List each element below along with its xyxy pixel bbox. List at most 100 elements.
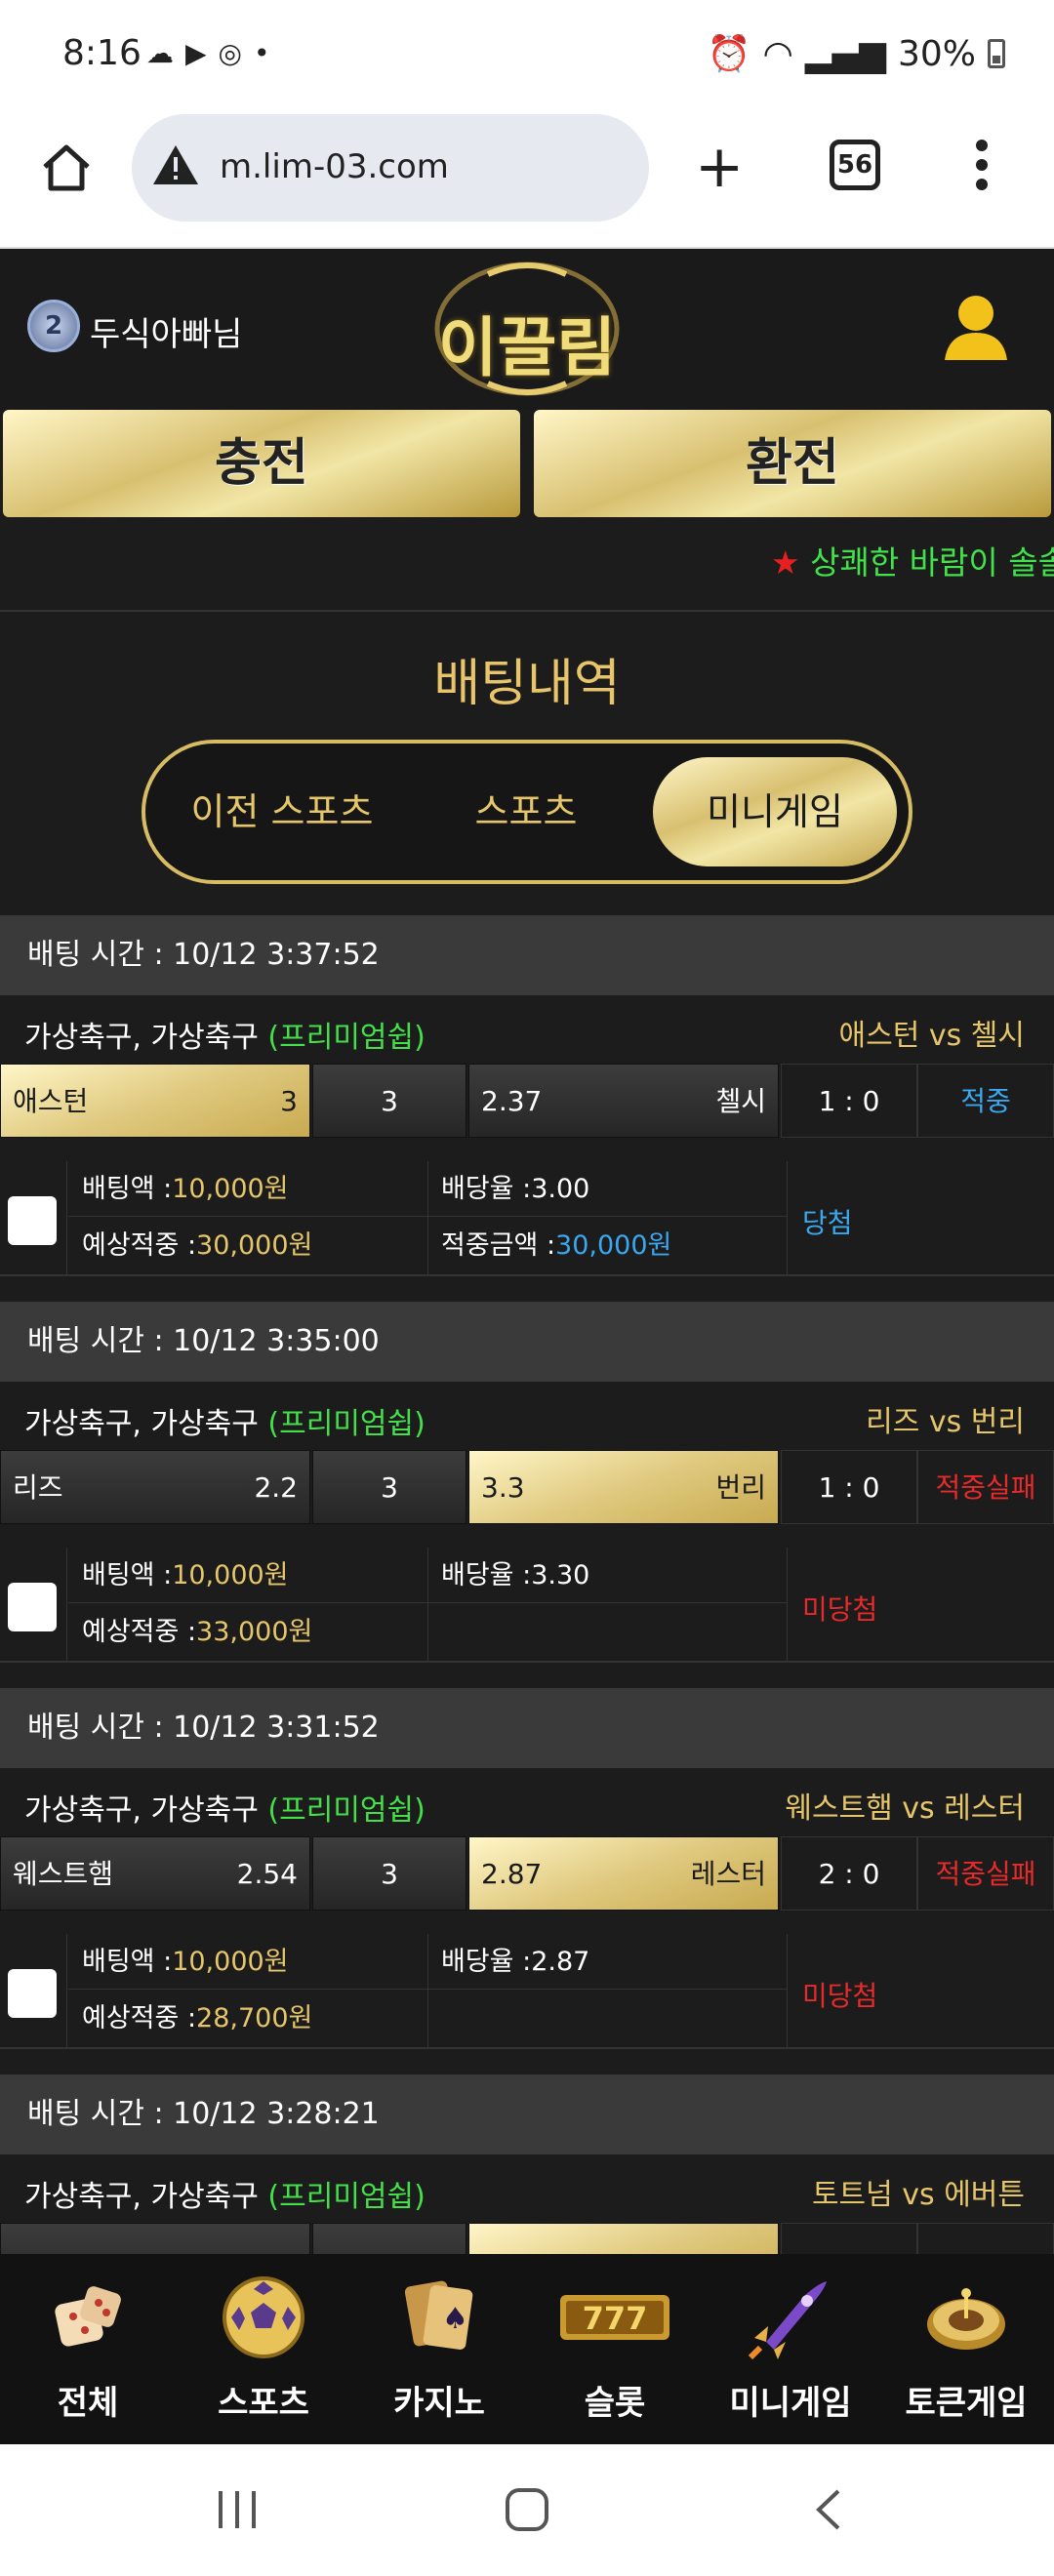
warning-icon[interactable] — [151, 143, 200, 186]
nav-token-game[interactable]: 토큰게임 — [878, 2254, 1054, 2444]
address-bar[interactable]: m.lim-03.com — [132, 114, 649, 221]
bet-rate: 배당율 :2.87 — [427, 1934, 787, 1990]
tab-minigame[interactable]: 미니게임 — [653, 757, 897, 866]
home-team: 리즈 — [13, 1471, 63, 1504]
status-badge — [917, 2223, 1054, 2254]
premium-tag: (프리미엄쉽) — [267, 1793, 426, 1828]
new-tab-icon[interactable]: + — [695, 138, 744, 196]
back-icon[interactable] — [805, 2485, 854, 2534]
select-checkbox[interactable] — [8, 1969, 57, 2018]
score: 2 : 0 — [781, 1836, 917, 1911]
win-amount: 적중금액 :30,000원 — [441, 1230, 672, 1261]
home-odds: 3 — [280, 1085, 298, 1117]
svg-text:777: 777 — [583, 2300, 648, 2337]
signal-icon: ▂▄▆ — [804, 33, 886, 74]
divider — [0, 610, 1054, 612]
score: 1 : 0 — [781, 1064, 917, 1138]
draw-odds: 3 — [381, 1085, 398, 1117]
premium-tag: (프리미엄쉽) — [267, 2180, 426, 2214]
svg-text:♠: ♠ — [442, 2302, 468, 2336]
battery-icon — [988, 39, 1005, 68]
bet-rate: 배당율 :3.00 — [427, 1161, 787, 1217]
bet-details: 배팅액 :10,000원 배당율 :3.30 예상적중 :33,000원 미당첨 — [0, 1548, 1054, 1663]
league-row: 가상축구, 가상축구 (프리미엄쉽) 애스턴 vs 첼시 — [0, 995, 1054, 1064]
browser-toolbar: m.lim-03.com + 56 — [0, 112, 1054, 249]
tab-previous-sports[interactable]: 이전 스포츠 — [165, 757, 399, 866]
username[interactable]: 두식아빠님 — [90, 307, 242, 355]
home-odds-cell[interactable]: 웨스트햄 2.54 — [0, 1836, 310, 1911]
league-row: 가상축구, 가상축구 (프리미엄쉽) 리즈 vs 번리 — [0, 1382, 1054, 1450]
nav-label: 카지노 — [393, 2384, 485, 2423]
home-odds: 2.2 — [254, 1471, 298, 1504]
draw-odds-cell[interactable]: 3 — [312, 1836, 466, 1911]
nav-label: 슬롯 — [584, 2384, 646, 2423]
home-odds-cell[interactable] — [0, 2223, 310, 2254]
home-odds-cell[interactable]: 리즈 2.2 — [0, 1450, 310, 1524]
draw-odds-cell[interactable]: 3 — [312, 1450, 466, 1524]
expected-win: 예상적중 :30,000원 — [82, 1230, 313, 1261]
nav-slot[interactable]: 777 슬롯 — [527, 2254, 703, 2444]
draw-odds-cell[interactable] — [312, 2223, 466, 2254]
away-odds-cell[interactable] — [468, 2223, 779, 2254]
home-odds-cell[interactable]: 애스턴 3 — [0, 1064, 310, 1138]
select-checkbox[interactable] — [8, 1196, 57, 1245]
system-nav-bar — [0, 2444, 1054, 2576]
nav-sports[interactable]: 스포츠 — [176, 2254, 351, 2444]
level-badge-icon: 2 — [27, 300, 80, 352]
away-odds-cell[interactable]: 3.3 번리 — [468, 1450, 779, 1524]
recent-apps-icon[interactable] — [213, 2485, 262, 2534]
url-text[interactable]: m.lim-03.com — [220, 147, 449, 186]
bottom-nav: 전체 스포츠 ♠ 카지노 777 슬롯 미니게임 토큰게임 — [0, 2254, 1054, 2444]
bet-time: 배팅 시간 : 10/12 3:28:21 — [0, 2074, 1054, 2154]
nav-label: 토큰게임 — [905, 2384, 1028, 2423]
youtube-icon: ▶ — [185, 37, 207, 69]
site-logo[interactable]: 이끌림 — [429, 259, 625, 400]
tabs-count-button[interactable]: 56 — [830, 140, 880, 190]
away-team: 첼시 — [715, 1085, 766, 1117]
nav-casino[interactable]: ♠ 카지노 — [351, 2254, 527, 2444]
deposit-button[interactable]: 충전 — [3, 410, 520, 517]
away-odds-cell[interactable]: 2.87 레스터 — [468, 1836, 779, 1911]
away-odds: 2.87 — [481, 1858, 543, 1890]
more-menu-icon[interactable] — [976, 140, 990, 198]
nav-label: 미니게임 — [729, 2384, 852, 2423]
match-name: 웨스트햄 vs 레스터 — [785, 1791, 1025, 1826]
expected-win: 예상적중 :33,000원 — [82, 1617, 313, 1647]
wifi-icon: ◠ — [762, 33, 793, 74]
withdraw-button[interactable]: 환전 — [534, 410, 1051, 517]
draw-odds: 3 — [381, 1471, 398, 1504]
odds-row: 리즈 2.2 3 3.3 번리 1 : 0 적중실패 — [0, 1450, 1054, 1524]
battery-percent: 30% — [897, 33, 976, 74]
status-badge: 적중 — [917, 1064, 1054, 1138]
profile-icon[interactable] — [937, 288, 1015, 366]
bet-amount: 배팅액 :10,000원 — [68, 1548, 427, 1603]
select-checkbox[interactable] — [8, 1583, 57, 1631]
premium-tag: (프리미엄쉽) — [267, 1407, 426, 1441]
instagram-icon: ◎ — [218, 37, 242, 69]
bet-time: 배팅 시간 : 10/12 3:37:52 — [0, 915, 1054, 995]
premium-tag: (프리미엄쉽) — [267, 1021, 426, 1055]
status-badge: 적중실패 — [917, 1836, 1054, 1911]
bet-details: 배팅액 :10,000원 배당율 :3.00 예상적중 :30,000원 적중금… — [0, 1161, 1054, 1276]
odds-row: 웨스트햄 2.54 3 2.87 레스터 2 : 0 적중실패 — [0, 1836, 1054, 1911]
bet-time: 배팅 시간 : 10/12 3:35:00 — [0, 1302, 1054, 1382]
away-odds-cell[interactable]: 2.37 첼시 — [468, 1064, 779, 1138]
draw-odds: 3 — [381, 1858, 398, 1890]
soccer-ball-icon — [223, 2276, 304, 2358]
slot-777-icon: 777 — [560, 2295, 669, 2340]
tab-sports[interactable]: 스포츠 — [428, 757, 624, 866]
match-name: 리즈 vs 번리 — [866, 1405, 1025, 1439]
home-nav-icon[interactable] — [503, 2485, 551, 2534]
result-label: 당첨 — [802, 1207, 853, 1239]
draw-odds-cell[interactable]: 3 — [312, 1064, 466, 1138]
ticker-text: 상쾌한 바람이 솔솔 — [810, 543, 1054, 582]
home-icon[interactable] — [39, 140, 94, 194]
nav-minigame[interactable]: 미니게임 — [703, 2254, 878, 2444]
away-team: 레스터 — [690, 1858, 766, 1890]
odds-row — [0, 2223, 1054, 2254]
score: 1 : 0 — [781, 1450, 917, 1524]
league-name: 가상축구, 가상축구 — [24, 2180, 259, 2214]
cloud-icon: ☁ — [146, 37, 174, 69]
status-bar: 8:16 ☁ ▶ ◎ • ⏰ ◠ ▂▄▆ 30% — [0, 0, 1054, 112]
nav-all[interactable]: 전체 — [0, 2254, 176, 2444]
